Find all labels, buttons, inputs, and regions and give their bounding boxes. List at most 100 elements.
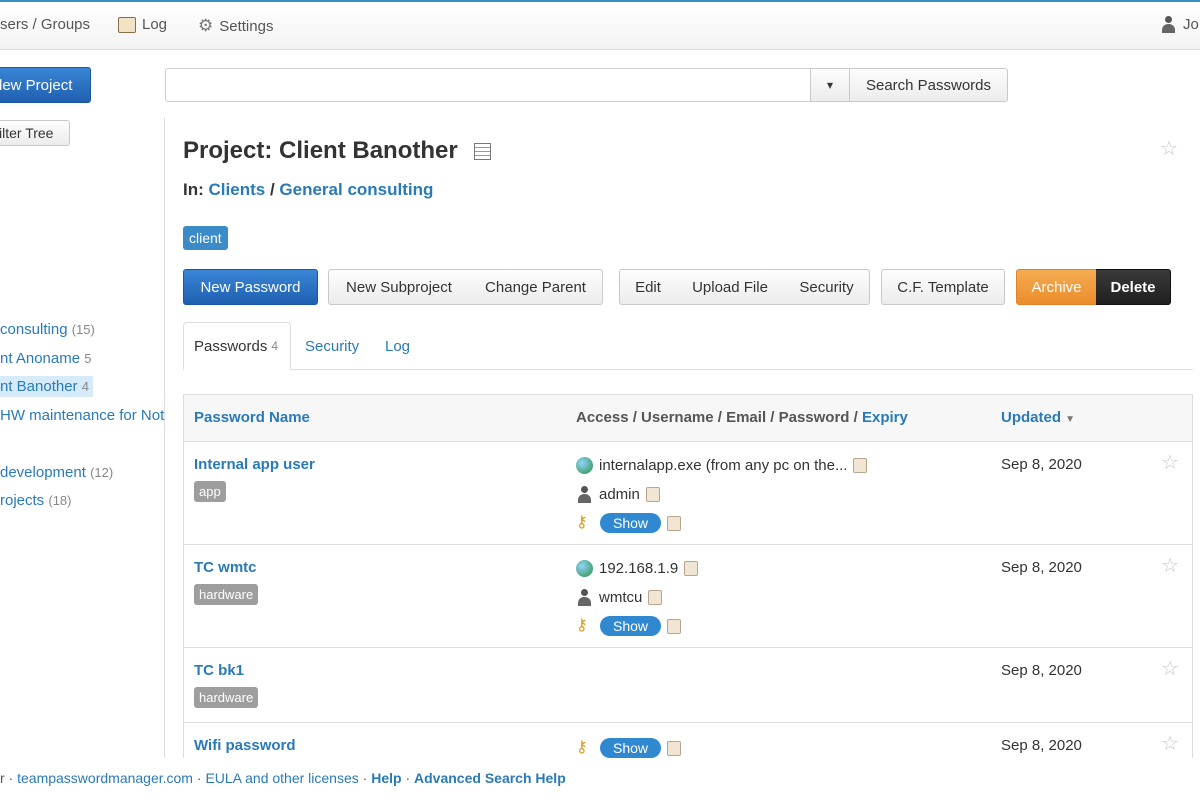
nav-settings[interactable]: ⚙ Settings [198, 16, 273, 36]
tab-security[interactable]: Security [295, 322, 369, 370]
copy-icon[interactable] [667, 740, 682, 756]
key-icon: ⚷ [576, 617, 588, 634]
table-row: TC bk1 hardware Sep 8, 2020 ☆ [184, 648, 1192, 723]
search-passwords-button[interactable]: Search Passwords [849, 68, 1008, 102]
edit-button[interactable]: Edit [619, 269, 677, 305]
top-navbar: sers / Groups Log ⚙ Settings Jo [0, 0, 1200, 50]
breadcrumb: In: Clients / General consulting [183, 180, 433, 200]
archive-label: Archive [1031, 278, 1082, 296]
nav-log[interactable]: Log [118, 16, 167, 33]
delete-button[interactable]: Delete [1096, 269, 1171, 305]
footer-sep: · [362, 770, 368, 786]
tree-item-count: (18) [48, 493, 72, 508]
copy-icon[interactable] [853, 457, 868, 473]
search-dropdown-button[interactable]: ▾ [810, 68, 850, 102]
footer-help-link[interactable]: Help [371, 770, 401, 786]
favorite-star-icon[interactable]: ☆ [1161, 656, 1179, 681]
upload-file-button[interactable]: Upload File [676, 269, 785, 305]
filter-tree-label: ilter Tree [0, 125, 54, 141]
user-name: Jo [1183, 16, 1199, 33]
copy-icon[interactable] [645, 486, 660, 502]
password-tag[interactable]: hardware [194, 687, 259, 708]
col-password-name[interactable]: Password Name [194, 409, 310, 426]
search-passwords-label: Search Passwords [865, 76, 992, 94]
project-tag-client[interactable]: client [183, 226, 228, 250]
password-tag[interactable]: app [194, 481, 226, 502]
new-project-label: lew Project [0, 76, 73, 94]
page-title-text: Project: Client Banother [183, 137, 458, 164]
col-expiry-link[interactable]: Expiry [862, 409, 908, 426]
copy-icon[interactable] [667, 515, 682, 531]
copy-icon[interactable] [667, 618, 682, 634]
tree-item-label: consulting [0, 321, 68, 338]
user-menu[interactable]: Jo [1160, 16, 1200, 33]
passwords-table: Password Name Access / Username / Email … [183, 394, 1193, 763]
access-value: 192.168.1.9 [599, 559, 679, 577]
new-password-label: New Password [200, 278, 301, 296]
copy-icon[interactable] [684, 560, 699, 576]
new-project-button[interactable]: lew Project [0, 67, 91, 103]
row-name-cell: TC bk1 hardware [194, 662, 259, 708]
project-info-icon[interactable] [474, 143, 492, 161]
breadcrumb-in-label: In: [183, 180, 204, 199]
change-parent-button[interactable]: Change Parent [469, 269, 603, 305]
breadcrumb-clients-link[interactable]: Clients [209, 180, 266, 199]
col-updated[interactable]: Updated ▼ [1001, 409, 1075, 426]
tab-security-label: Security [305, 337, 360, 355]
row-access-cell: internalapp.exe (from any pc on the... a… [576, 454, 868, 541]
security-button[interactable]: Security [784, 269, 870, 305]
nav-log-label: Log [142, 16, 168, 33]
favorite-star-icon[interactable]: ☆ [1161, 450, 1179, 475]
col-access-label: Access / Username / Email / Password / [576, 409, 858, 426]
tab-passwords[interactable]: Passwords 4 [183, 322, 291, 370]
breadcrumb-general-consulting-link[interactable]: General consulting [279, 180, 433, 199]
table-header: Password Name Access / Username / Email … [184, 395, 1192, 442]
updated-date: Sep 8, 2020 [1001, 456, 1082, 473]
new-password-button[interactable]: New Password [183, 269, 318, 305]
nav-settings-label: Settings [219, 17, 274, 35]
footer-prefix: r · [0, 770, 14, 786]
sort-down-icon: ▼ [1065, 414, 1076, 425]
username-value: wmtcu [599, 588, 643, 606]
tree-item-development[interactable]: development (12) [0, 464, 113, 481]
nav-users-groups-label: sers / Groups [0, 16, 91, 33]
gear-icon: ⚙ [198, 16, 214, 35]
favorite-star-icon[interactable]: ☆ [1161, 731, 1179, 756]
show-password-button[interactable]: Show [600, 738, 662, 758]
password-name-link[interactable]: TC wmtc [194, 559, 258, 576]
password-name-link[interactable]: TC bk1 [194, 662, 258, 679]
footer-advanced-search-help-link[interactable]: Advanced Search Help [414, 770, 566, 786]
footer-site-link[interactable]: teampasswordmanager.com [17, 770, 193, 786]
footer-eula-link[interactable]: EULA and other licenses [205, 770, 358, 786]
favorite-star-icon[interactable]: ☆ [1161, 553, 1179, 578]
updated-date: Sep 8, 2020 [1001, 662, 1082, 679]
show-password-button[interactable]: Show [600, 513, 662, 533]
search-input[interactable] [165, 68, 811, 102]
cf-template-button[interactable]: C.F. Template [881, 269, 1005, 305]
tree-item-general-consulting[interactable]: consulting (15) [0, 321, 95, 338]
password-tag[interactable]: hardware [194, 584, 259, 605]
favorite-star-icon[interactable]: ☆ [1160, 136, 1178, 161]
user-icon [576, 588, 593, 606]
copy-icon[interactable] [648, 589, 663, 605]
filter-tree-button[interactable]: ilter Tree [0, 120, 70, 146]
show-password-button[interactable]: Show [600, 616, 662, 636]
tab-log[interactable]: Log [375, 322, 420, 370]
tree-item-count: 4 [81, 379, 89, 394]
project-tree-sidebar [0, 118, 165, 758]
password-name-link[interactable]: Internal app user [194, 456, 315, 473]
edit-label: Edit [635, 278, 661, 296]
nav-users-groups[interactable]: sers / Groups [0, 16, 90, 33]
archive-button[interactable]: Archive [1016, 269, 1097, 305]
user-icon [1160, 16, 1177, 33]
new-subproject-button[interactable]: New Subproject [328, 269, 470, 305]
password-name-link[interactable]: Wifi password [194, 737, 296, 754]
row-access-cell: 192.168.1.9 wmtcu ⚷ Show [576, 557, 699, 644]
tree-item-projects[interactable]: rojects (18) [0, 492, 71, 509]
updated-date: Sep 8, 2020 [1001, 559, 1082, 576]
tree-item-hw-maintenance[interactable]: HW maintenance for Not [0, 407, 165, 424]
tree-item-client-anoname[interactable]: nt Anoname 5 [0, 350, 91, 367]
tree-item-client-banother[interactable]: nt Banother 4 [0, 376, 93, 397]
globe-icon [576, 456, 593, 474]
row-name-cell: Wifi password [194, 737, 296, 754]
